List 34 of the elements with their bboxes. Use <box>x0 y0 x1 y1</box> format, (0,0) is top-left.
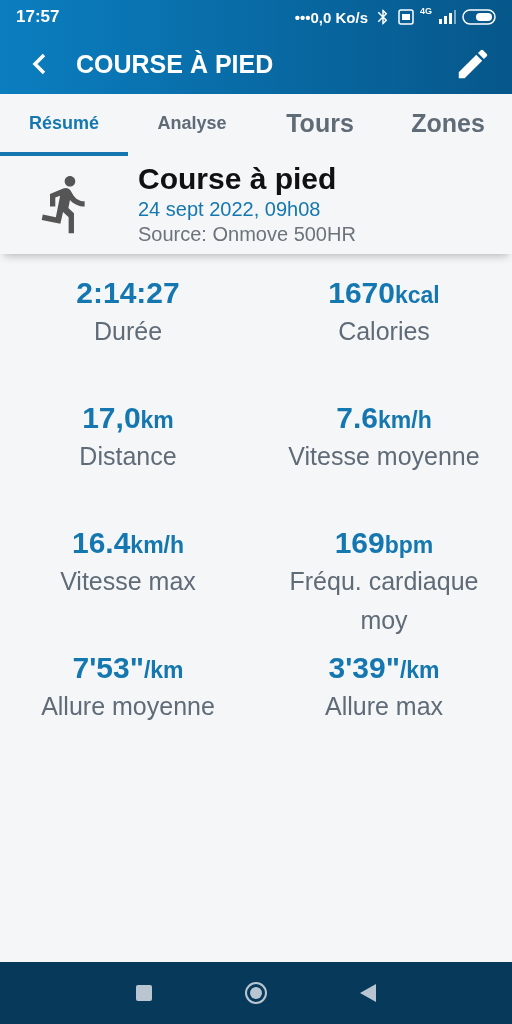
home-icon[interactable] <box>244 981 268 1005</box>
stat-label: Calories <box>338 316 430 347</box>
stat-value: 169bpm <box>334 526 434 560</box>
tab[interactable]: Zones <box>384 94 512 156</box>
stat-label: Fréqu. cardiaque moy <box>288 566 480 636</box>
back-icon[interactable] <box>360 984 376 1002</box>
stat-value: 7.6km/h <box>336 401 432 435</box>
network-type: 4G <box>420 6 432 16</box>
stat-value: 1670kcal <box>328 276 440 310</box>
tab[interactable]: Analyse <box>128 94 256 156</box>
status-time: 17:57 <box>16 7 60 27</box>
screen-title: COURSE À PIED <box>76 49 274 79</box>
activity-date: 24 sept 2022, 09h08 <box>138 198 322 221</box>
signal-icon <box>438 10 456 24</box>
stat-label: Vitesse max <box>60 566 196 597</box>
stat-value: 16.4km/h <box>71 526 185 560</box>
volte-icon <box>398 9 414 25</box>
network-speed: •••0,0 Ko/s <box>294 8 368 26</box>
stat-label: Durée <box>93 316 163 347</box>
stat-value: 7'53"/km <box>72 651 184 685</box>
stat-label: Distance <box>79 441 177 472</box>
stat-value: 3'39"/km <box>328 651 440 685</box>
tab[interactable]: Résumé <box>0 94 128 156</box>
stat-value: 17,0km <box>82 401 174 435</box>
activity-source: Source: Onmove 500HR <box>138 223 356 246</box>
activity-title: Course à pied <box>138 162 338 196</box>
chevron-left-icon <box>32 53 46 75</box>
stat-label: Allure max <box>324 691 444 722</box>
stat-label: Vitesse moyenne <box>288 441 480 472</box>
stat-label: Allure moyenne <box>41 691 215 722</box>
tab[interactable]: Tours <box>256 94 384 156</box>
battery-icon <box>462 9 496 25</box>
back-button[interactable] <box>32 53 46 75</box>
stat-value: 2:14:27 <box>76 276 180 310</box>
